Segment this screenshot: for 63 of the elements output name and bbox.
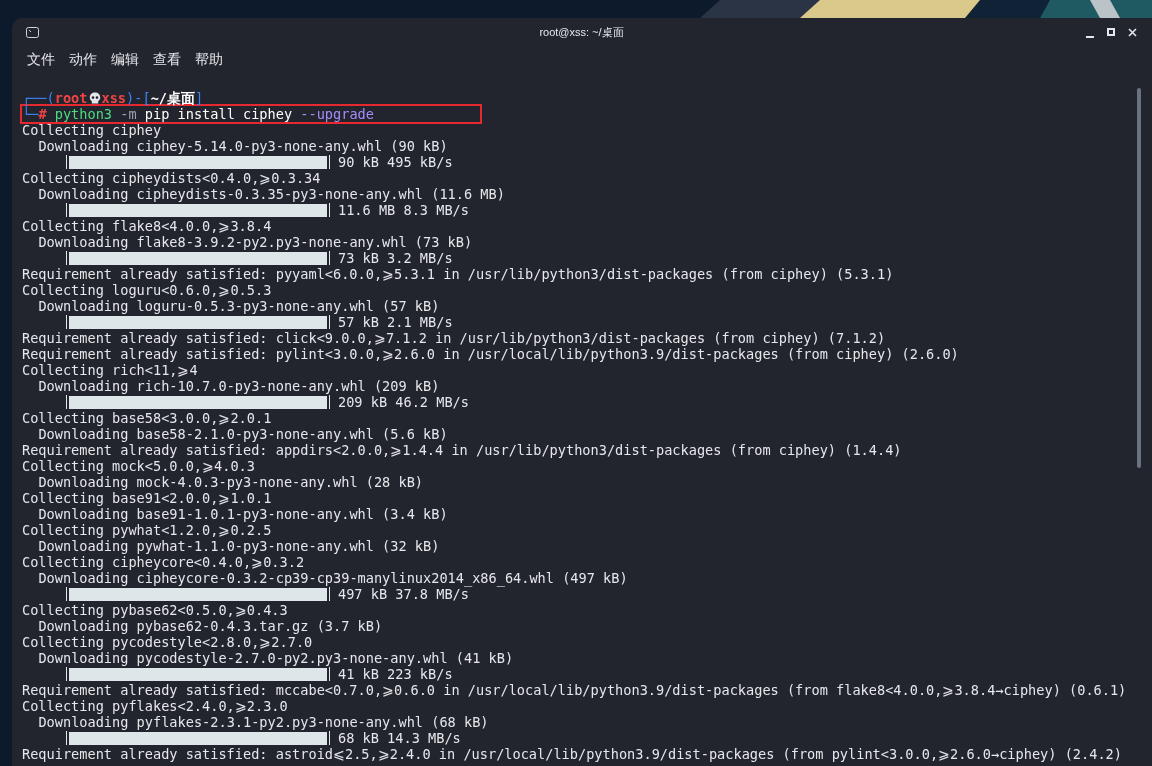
progress-reading: 68 kB 14.3 MB/s <box>338 730 461 746</box>
scrollbar-thumb[interactable] <box>1137 88 1141 468</box>
prompt-symbol: # <box>38 106 47 122</box>
output-line: Downloading cipheycore-0.3.2-cp39-cp39-manylinux2014_x86_64.whl (497 kB) <box>38 570 628 586</box>
output-line: Collecting pyflakes<2.4.0,⩾2.3.0 <box>22 698 288 714</box>
output-line: Downloading pycodestyle-2.7.0-py2.py3-none-any.whl (41 kB) <box>38 650 514 666</box>
output-line: Downloading base91-1.0.1-py3-none-any.whl (3.4 kB) <box>38 506 448 522</box>
menu-item[interactable]: 帮助 <box>190 48 228 70</box>
output-line: Requirement already satisfied: pyyaml<6.0.0,⩾5.3.1 in /usr/lib/python3/dist-packages (from ciphey) (5.3.1) <box>22 266 894 282</box>
menu-item[interactable]: 编辑 <box>106 48 144 70</box>
progress-reading: 57 kB 2.1 MB/s <box>338 314 453 330</box>
terminal-icon <box>26 26 39 38</box>
output-line: Requirement already satisfied: pylint<3.0.0,⩾2.6.0 in /usr/local/lib/python3.9/dist-packages (from ciphey) (2.6.0) <box>22 346 959 362</box>
output-line: Collecting ciphey <box>22 122 162 138</box>
output-line: Requirement already satisfied: astroid⩽2.5,⩾2.4.0 in /usr/local/lib/python3.9/dist-packages (from pylint<3.0.0,⩾2.6.0→ciphey) (2.4.2) <box>22 746 1122 762</box>
prompt-frame: └─ <box>22 106 39 122</box>
output-line: Downloading base58-2.1.0-py3-none-any.whl (5.6 kB) <box>38 426 448 442</box>
output-line: Collecting base91<2.0.0,⩾1.0.1 <box>22 490 272 506</box>
output-line: Collecting mock<5.0.0,⩾4.0.3 <box>22 458 255 474</box>
prompt-user: root <box>54 90 88 106</box>
output-line: Downloading loguru-0.5.3-py3-none-any.whl (57 kB) <box>38 298 440 314</box>
output-line: Downloading mock-4.0.3-py3-none-any.whl (28 kB) <box>38 474 424 490</box>
output-line: Collecting rich<11,⩾4 <box>22 362 198 378</box>
menu-item[interactable]: 动作 <box>64 48 102 70</box>
progress-reading: 209 kB 46.2 MB/s <box>338 394 469 410</box>
output-line: Requirement already satisfied: mccabe<0.7.0,⩾0.6.0 in /usr/local/lib/python3.9/dist-packages (from flake8<4.0.0,⩾3.8.4→ciphey) (0.6.1) <box>22 682 1127 698</box>
output-line: Downloading pybase62-0.4.3.tar.gz (3.7 kB) <box>38 618 383 634</box>
progress-reading: 497 kB 37.8 MB/s <box>338 586 469 602</box>
command-token: -m <box>120 106 137 122</box>
prompt-path: ~/桌面 <box>150 90 195 106</box>
skull-icon <box>88 91 101 105</box>
output-line: Collecting cipheycore<0.4.0,⩾0.3.2 <box>22 554 305 570</box>
output-line: Downloading flake8-3.9.2-py2.py3-none-any.whl (73 kB) <box>38 234 473 250</box>
prompt-frame: ] <box>195 90 204 106</box>
progress-reading: 41 kB 223 kB/s <box>338 666 453 682</box>
command-token: python3 <box>54 106 113 122</box>
command-token: pip install ciphey <box>144 106 293 122</box>
menu-item[interactable]: 文件 <box>22 48 60 70</box>
output-line: Collecting cipheydists<0.4.0,⩾0.3.34 <box>22 170 321 186</box>
prompt-host: xss <box>101 90 127 106</box>
output-line: Collecting flake8<4.0.0,⩾3.8.4 <box>22 218 272 234</box>
output-line: Requirement already satisfied: appdirs<2.0.0,⩾1.4.4 in /usr/lib/python3/dist-packages (from ciphey) (1.4.4) <box>22 442 902 458</box>
progress-reading: 90 kB 495 kB/s <box>338 154 453 170</box>
output-line: Downloading cipheydists-0.3.35-py3-none-any.whl (11.6 MB) <box>38 186 505 202</box>
output-line: Collecting pywhat<1.2.0,⩾0.2.5 <box>22 522 272 538</box>
menu-item[interactable]: 查看 <box>148 48 186 70</box>
prompt-frame: ┌──( <box>22 90 55 106</box>
close-button[interactable] <box>1126 26 1138 38</box>
output-line: Collecting pybase62<0.5.0,⩾0.4.3 <box>22 602 288 618</box>
output-line: Downloading ciphey-5.14.0-py3-none-any.whl (90 kB) <box>38 138 448 154</box>
output-line: Collecting base58<3.0.0,⩾2.0.1 <box>22 410 272 426</box>
window-title: root@xss: ~/桌面 <box>539 24 624 40</box>
output-line: Requirement already satisfied: click<9.0.0,⩾7.1.2 in /usr/lib/python3/dist-packages (from ciphey) (7.1.2) <box>22 330 886 346</box>
output-line: Downloading pywhat-1.1.0-py3-none-any.whl (32 kB) <box>38 538 440 554</box>
output-line: Downloading rich-10.7.0-py3-none-any.whl (209 kB) <box>38 378 440 394</box>
output-line: Collecting pycodestyle<2.8.0,⩾2.7.0 <box>22 634 313 650</box>
progress-reading: 73 kB 3.2 MB/s <box>338 250 453 266</box>
command-token: --upgrade <box>300 106 374 122</box>
output-line: Downloading pyflakes-2.3.1-py2.py3-none-any.whl (68 kB) <box>38 714 489 730</box>
maximize-button[interactable] <box>1105 26 1117 38</box>
output-line: Collecting loguru<0.6.0,⩾0.5.3 <box>22 282 272 298</box>
prompt-frame: )-[ <box>126 90 151 106</box>
progress-reading: 11.6 MB 8.3 MB/s <box>338 202 469 218</box>
